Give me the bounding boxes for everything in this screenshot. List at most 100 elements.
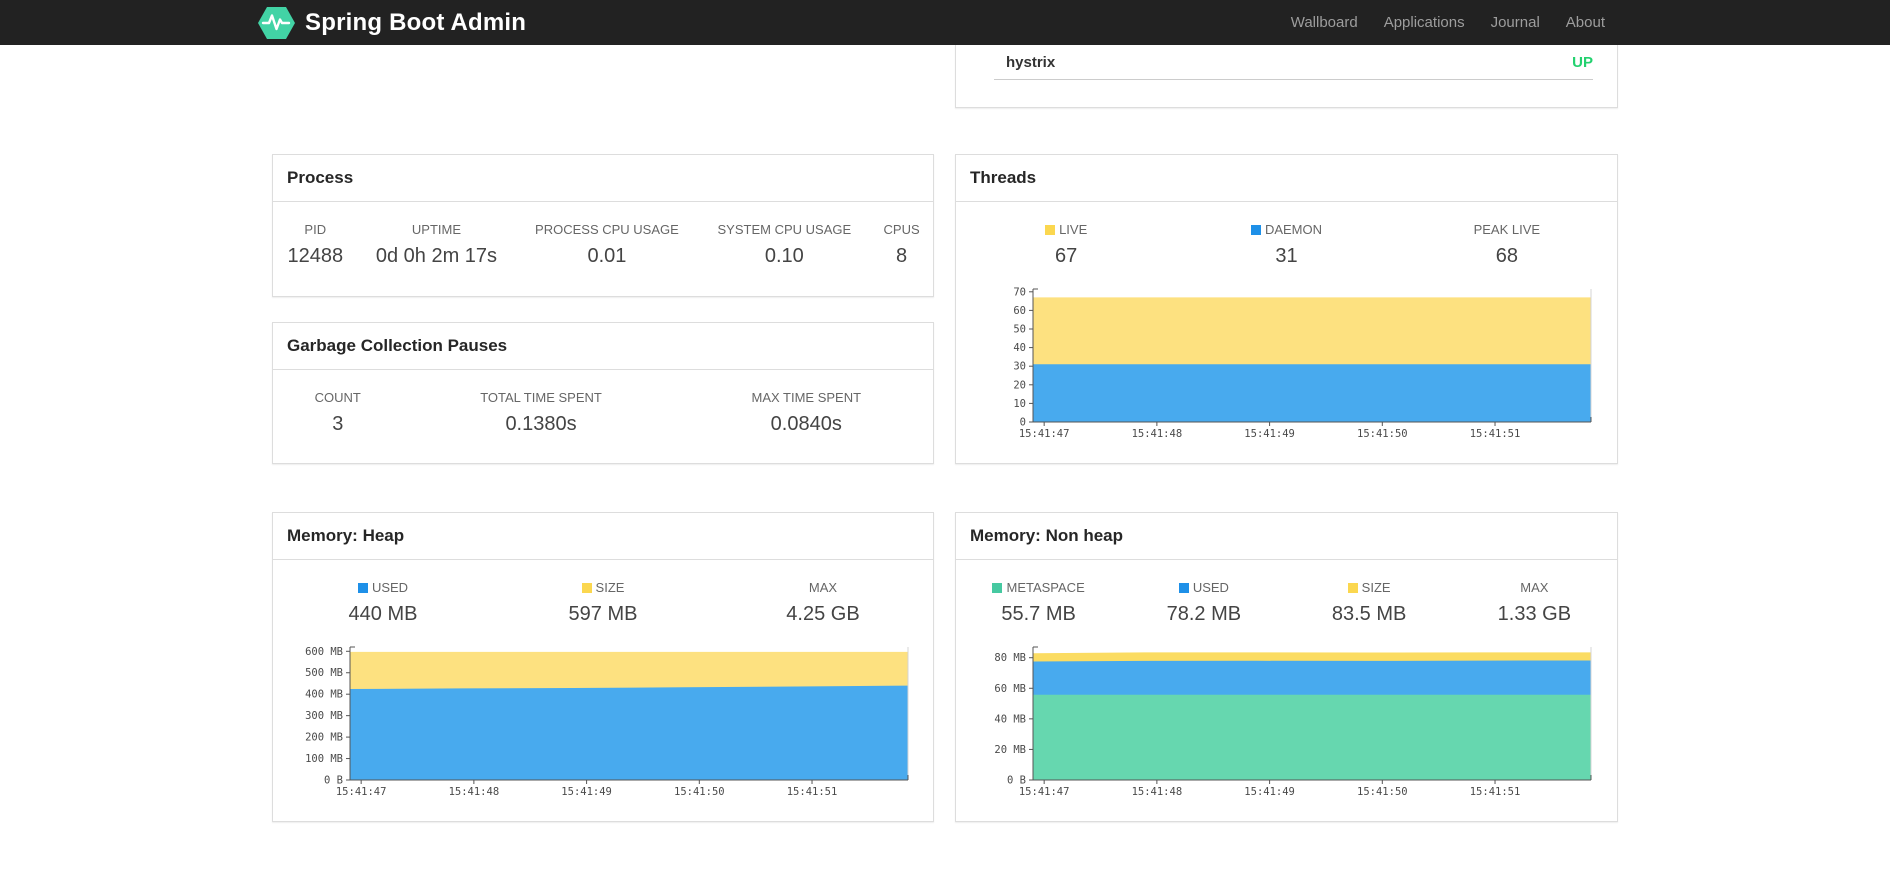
stat-label: COUNT — [314, 390, 361, 405]
spring-boot-admin-logo-icon — [258, 6, 295, 39]
stat-label: UPTIME — [411, 222, 462, 237]
navbar: Spring Boot Admin Wallboard Applications… — [0, 0, 1890, 45]
threads-card: Threads LIVE DAEMON PEAK LIVE 67 31 68 0… — [955, 154, 1618, 464]
svg-text:80 MB: 80 MB — [994, 652, 1026, 664]
svg-text:15:41:47: 15:41:47 — [336, 786, 387, 798]
stat-value: 67 — [1055, 245, 1078, 267]
svg-text:20 MB: 20 MB — [994, 744, 1026, 756]
svg-text:15:41:50: 15:41:50 — [674, 786, 725, 798]
stat-value: 1.33 GB — [1497, 603, 1572, 625]
svg-text:40 MB: 40 MB — [994, 713, 1026, 725]
health-row-divider — [994, 79, 1593, 80]
gc-pauses-card: Garbage Collection Pauses COUNT TOTAL TI… — [272, 322, 934, 464]
svg-text:15:41:48: 15:41:48 — [1132, 428, 1183, 440]
legend-label: SIZE — [1287, 566, 1452, 595]
memory-nonheap-legend: METASPACE USED SIZE MAX 55.7 MB 78.2 MB … — [956, 566, 1617, 628]
svg-text:15:41:49: 15:41:49 — [561, 786, 612, 798]
legend-label: LIVE — [956, 208, 1176, 237]
legend-label: USED — [1121, 566, 1286, 595]
stat-label: MAX TIME SPENT — [751, 390, 862, 405]
memory-nonheap-chart: 0 B 20 MB 40 MB 60 MB 80 MB 15:41:47 15:41:48 1… — [994, 646, 1592, 798]
stat-value: 0.10 — [764, 245, 804, 267]
process-card: Process PID UPTIME PROCESS CPU USAGE SYS… — [272, 154, 934, 297]
memory-heap-legend: USED SIZE MAX 440 MB 597 MB 4.25 GB — [273, 566, 933, 628]
legend-label: USED — [273, 566, 493, 595]
stat-value: 0.1380s — [505, 413, 577, 435]
svg-text:15:41:51: 15:41:51 — [787, 786, 838, 798]
stat-value: 0.01 — [587, 245, 627, 267]
stat-value: 68 — [1495, 245, 1518, 267]
nav-item-wallboard[interactable]: Wallboard — [1278, 0, 1371, 45]
svg-text:15:41:49: 15:41:49 — [1244, 786, 1295, 798]
stat-value: 3 — [332, 413, 344, 435]
svg-text:40: 40 — [1013, 342, 1026, 354]
svg-text:0 B: 0 B — [324, 775, 343, 787]
health-card-partial: hystrix UP — [955, 45, 1618, 108]
health-item-name: hystrix — [1006, 54, 1056, 71]
legend-label: METASPACE — [956, 566, 1121, 595]
metaspace-swatch-icon — [992, 583, 1003, 593]
daemon-swatch-icon — [1250, 225, 1261, 235]
svg-text:100 MB: 100 MB — [305, 753, 343, 765]
memory-heap-chart: 0 B 100 MB 200 MB 300 MB 400 MB 500 MB 600 MB 1… — [305, 646, 909, 798]
threads-legend: LIVE DAEMON PEAK LIVE 67 31 68 — [956, 208, 1617, 270]
svg-text:15:41:51: 15:41:51 — [1470, 428, 1521, 440]
svg-text:15:41:50: 15:41:50 — [1357, 786, 1408, 798]
stat-value: 4.25 GB — [786, 603, 860, 625]
stat-label: PID — [304, 222, 327, 237]
stat-value: 31 — [1275, 245, 1298, 267]
svg-text:15:41:50: 15:41:50 — [1357, 428, 1408, 440]
svg-text:15:41:51: 15:41:51 — [1470, 786, 1521, 798]
stat-value: 78.2 MB — [1166, 603, 1242, 625]
stat-value: 0.0840s — [770, 413, 842, 435]
svg-text:15:41:48: 15:41:48 — [449, 786, 500, 798]
nav-links: Wallboard Applications Journal About — [1278, 0, 1618, 45]
svg-text:15:41:48: 15:41:48 — [1132, 786, 1183, 798]
svg-text:15:41:47: 15:41:47 — [1019, 428, 1070, 440]
legend-label: SIZE — [493, 566, 713, 595]
size-swatch-icon — [1347, 583, 1358, 593]
legend-label: MAX — [1520, 580, 1549, 595]
nav-item-about[interactable]: About — [1553, 0, 1618, 45]
health-row-hystrix: hystrix UP — [956, 45, 1617, 71]
stat-value: 12488 — [287, 245, 344, 267]
svg-text:15:41:49: 15:41:49 — [1244, 428, 1295, 440]
memory-heap-card-title: Memory: Heap — [273, 513, 933, 560]
stat-value: 0d 0h 2m 17s — [375, 245, 498, 267]
used-swatch-icon — [357, 583, 368, 593]
svg-text:200 MB: 200 MB — [305, 732, 343, 744]
process-stats-table: PID UPTIME PROCESS CPU USAGE SYSTEM CPU … — [273, 208, 933, 270]
stat-label: PROCESS CPU USAGE — [535, 222, 679, 237]
stat-value: 8 — [896, 245, 908, 267]
svg-text:60 MB: 60 MB — [994, 683, 1026, 695]
brand-title: Spring Boot Admin — [305, 8, 527, 36]
svg-text:300 MB: 300 MB — [305, 710, 343, 722]
svg-text:60: 60 — [1013, 305, 1026, 317]
nav-item-journal[interactable]: Journal — [1478, 0, 1553, 45]
stat-value: 55.7 MB — [1001, 603, 1076, 625]
svg-text:10: 10 — [1013, 398, 1026, 410]
svg-text:50: 50 — [1013, 323, 1026, 335]
svg-text:400 MB: 400 MB — [305, 689, 343, 701]
used-swatch-icon — [1178, 583, 1189, 593]
health-status-badge: UP — [1572, 54, 1593, 71]
nav-item-applications[interactable]: Applications — [1371, 0, 1478, 45]
right-column: hystrix UP Threads LIVE DAEMON PEAK LIVE… — [955, 45, 1618, 822]
left-column: Process PID UPTIME PROCESS CPU USAGE SYS… — [272, 45, 934, 822]
svg-text:0 B: 0 B — [1007, 775, 1026, 787]
stat-label: SYSTEM CPU USAGE — [717, 222, 852, 237]
legend-label: PEAK LIVE — [1473, 222, 1541, 237]
stat-value: 440 MB — [348, 603, 418, 625]
legend-label: DAEMON — [1176, 208, 1396, 237]
stat-value: 83.5 MB — [1331, 603, 1407, 625]
svg-text:30: 30 — [1013, 361, 1026, 373]
content: Process PID UPTIME PROCESS CPU USAGE SYS… — [272, 45, 1618, 822]
size-swatch-icon — [581, 583, 592, 593]
svg-text:600 MB: 600 MB — [305, 646, 343, 658]
svg-text:15:41:47: 15:41:47 — [1019, 786, 1070, 798]
svg-text:70: 70 — [1013, 286, 1026, 298]
live-swatch-icon — [1045, 225, 1056, 235]
brand[interactable]: Spring Boot Admin — [258, 6, 526, 40]
svg-text:20: 20 — [1013, 379, 1026, 391]
gc-stats-table: COUNT TOTAL TIME SPENT MAX TIME SPENT 3 … — [273, 376, 933, 438]
